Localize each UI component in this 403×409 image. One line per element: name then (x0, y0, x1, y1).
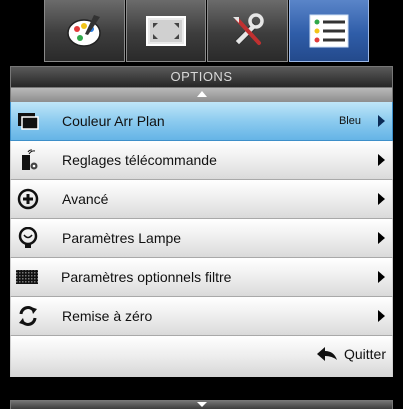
lamp-icon (18, 227, 38, 248)
chevron-up-icon (196, 91, 207, 97)
page-title: OPTIONS (170, 69, 233, 84)
menu-tabs (44, 0, 370, 62)
display-resize-icon (145, 15, 186, 46)
filter-icon (16, 270, 38, 284)
tab-color[interactable] (44, 0, 125, 62)
scroll-up-button[interactable] (10, 88, 393, 102)
chevron-right-icon (378, 271, 385, 283)
list-options-icon (309, 14, 349, 47)
chevron-right-icon (378, 154, 385, 166)
menu-item-background-color[interactable]: Couleur Arr Plan Bleu (10, 102, 393, 141)
advanced-plus-icon (17, 188, 39, 210)
menu-item-remote-settings[interactable]: Reglages télécommande (10, 141, 393, 180)
chevron-right-icon (378, 115, 385, 127)
menu-footer: Quitter (10, 336, 393, 377)
menu-item-lamp[interactable]: Paramètres Lampe (10, 219, 393, 258)
menu-item-value: Bleu (338, 115, 361, 127)
scroll-down-button[interactable] (10, 400, 393, 409)
quit-label: Quitter (343, 346, 386, 362)
chevron-right-icon (378, 310, 385, 322)
chevron-right-icon (378, 193, 385, 205)
chevron-right-icon (378, 232, 385, 244)
chevron-down-icon (196, 402, 207, 407)
reset-icon (19, 306, 37, 326)
osd-menu: OPTIONS Couleur Arr Plan Bleu Reglages t… (0, 0, 403, 409)
remote-settings-icon (22, 149, 38, 170)
menu-item-label: Reglages télécommande (62, 152, 217, 168)
quit-button[interactable]: Quitter (316, 346, 386, 362)
menu-item-advanced[interactable]: Avancé (10, 180, 393, 219)
tools-icon (233, 12, 264, 46)
menu-item-reset[interactable]: Remise à zéro (10, 297, 393, 336)
menu-item-label: Remise à zéro (62, 308, 153, 324)
tab-setup[interactable] (207, 0, 288, 62)
menu-item-label: Paramètres Lampe (62, 230, 182, 246)
background-color-icon (18, 113, 39, 130)
palette-icon (67, 14, 101, 47)
tab-display[interactable] (125, 0, 206, 62)
menu-item-filter[interactable]: Paramètres optionnels filtre (10, 258, 393, 297)
options-list: Couleur Arr Plan Bleu Reglages télécomma… (10, 102, 393, 377)
menu-item-label: Paramètres optionnels filtre (61, 269, 232, 285)
back-arrow-icon (316, 347, 337, 361)
menu-item-label: Couleur Arr Plan (62, 113, 165, 129)
menu-item-label: Avancé (62, 191, 109, 207)
tab-options[interactable] (288, 0, 369, 62)
menu-header: OPTIONS (10, 66, 393, 88)
